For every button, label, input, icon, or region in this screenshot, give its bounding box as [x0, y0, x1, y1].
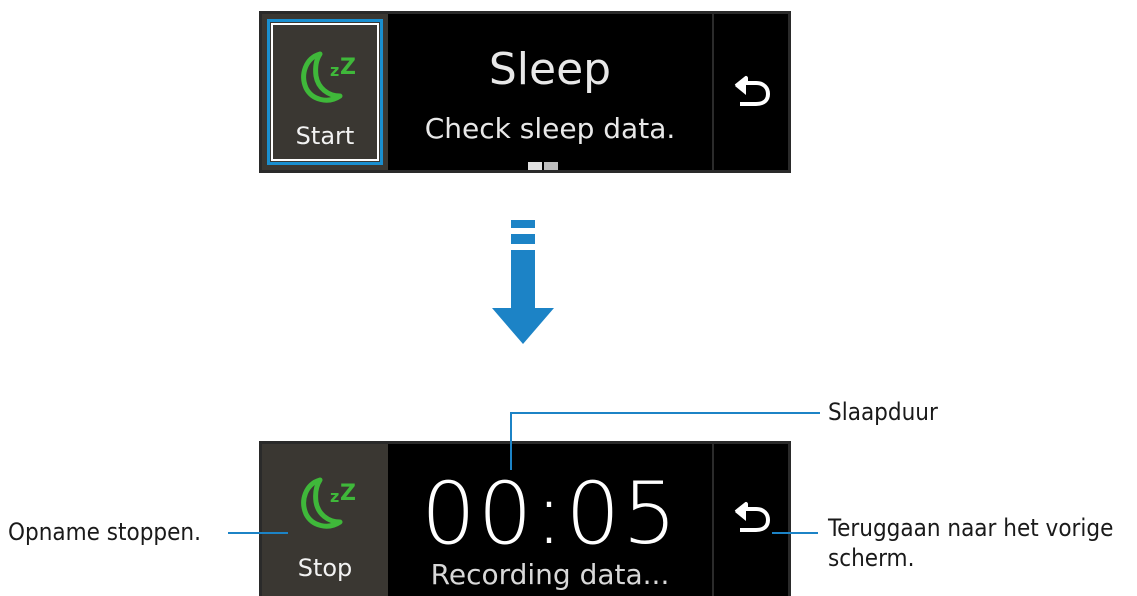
sleep-start-screen: z Z Start Sleep Check sleep data. — [259, 11, 791, 173]
go-back-callout-line1: Teruggaan naar het vorige — [828, 514, 1114, 542]
sleep-recording-screen: z Z Stop 00:05 Recording data... — [259, 441, 791, 596]
stop-recording-callout: Opname stoppen. — [8, 518, 201, 546]
sleep-moon-icon: z Z — [301, 51, 356, 103]
down-arrow-icon — [492, 220, 554, 344]
recording-status: Recording data... — [430, 558, 670, 591]
stop-leader — [228, 532, 288, 534]
go-back-callout: Teruggaan naar het vorige scherm. — [828, 513, 1113, 573]
svg-text:z: z — [330, 61, 339, 80]
sleep-moon-icon: z Z — [301, 477, 356, 529]
sleep-duration-leader-horizontal — [510, 412, 820, 414]
stop-label: Stop — [297, 554, 353, 582]
stop-button[interactable]: z Z Stop — [262, 444, 388, 596]
sleep-info-pane: Sleep Check sleep data. — [388, 14, 714, 170]
go-back-callout-line2: scherm. — [828, 544, 915, 572]
start-label: Start — [295, 122, 355, 150]
back-arrow-icon — [734, 502, 770, 532]
sleep-title: Sleep — [488, 44, 612, 95]
recording-pane: 00:05 Recording data... — [388, 444, 714, 596]
back-button[interactable] — [714, 14, 788, 170]
start-button[interactable]: z Z Start — [262, 14, 388, 170]
sleep-timer: 00:05 — [421, 464, 679, 564]
back-leader — [772, 532, 818, 534]
svg-text:z: z — [330, 487, 339, 506]
page-indicator — [528, 162, 558, 170]
svg-text:Z: Z — [340, 55, 356, 80]
svg-text:Z: Z — [340, 481, 356, 506]
back-arrow-icon — [734, 76, 770, 106]
back-button[interactable] — [714, 444, 788, 596]
sleep-duration-leader-vertical — [510, 412, 512, 470]
sleep-duration-callout: Slaapduur — [828, 398, 938, 426]
sleep-subtitle: Check sleep data. — [424, 112, 676, 145]
